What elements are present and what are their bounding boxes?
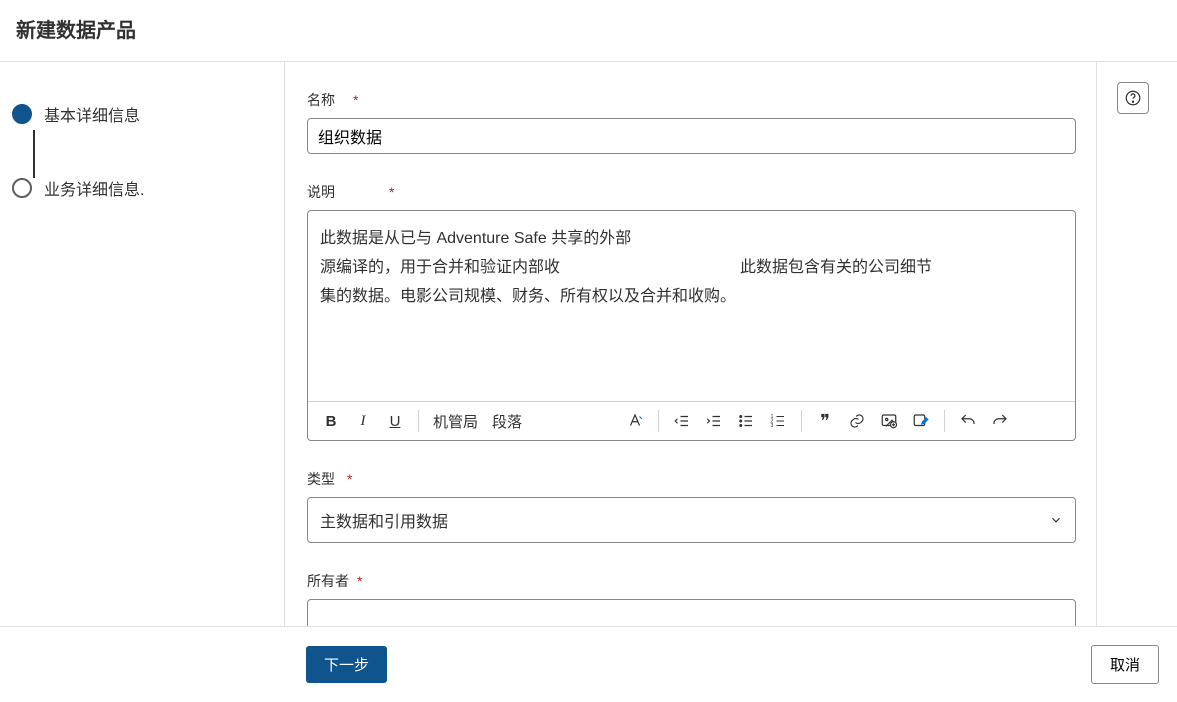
bold-button[interactable]: B bbox=[316, 406, 346, 436]
cancel-button[interactable]: 取消 bbox=[1091, 645, 1159, 684]
step-label: 业务详细信息. bbox=[44, 176, 144, 200]
paragraph-dropdown[interactable]: 段落 bbox=[486, 411, 528, 432]
outdent-button[interactable] bbox=[667, 406, 697, 436]
owner-label: 所有者 bbox=[307, 571, 349, 591]
toolbar-separator bbox=[658, 410, 659, 432]
bullet-list-button[interactable] bbox=[731, 406, 761, 436]
step-list: 基本详细信息 业务详细信息. bbox=[0, 62, 284, 626]
toolbar-separator bbox=[801, 410, 802, 432]
toolbar-separator bbox=[418, 410, 419, 432]
help-icon bbox=[1124, 89, 1142, 107]
quote-button[interactable]: ❞ bbox=[810, 406, 840, 436]
help-button[interactable] bbox=[1117, 82, 1149, 114]
field-owner: 所有者 * bbox=[307, 571, 1076, 626]
desc-gap bbox=[560, 254, 740, 283]
required-mark: * bbox=[357, 573, 362, 589]
undo-button[interactable] bbox=[953, 406, 983, 436]
rich-text-editor: 此数据是从已与 Adventure Safe 共享的外部 源编译的，用于合并和验… bbox=[307, 210, 1076, 441]
field-type: 类型 * 主数据和引用数据 bbox=[307, 469, 1076, 543]
footer: 下一步 取消 bbox=[0, 626, 1177, 702]
italic-button[interactable]: I bbox=[348, 406, 378, 436]
heading-dropdown[interactable]: 机管局 bbox=[427, 411, 484, 432]
editor-toolbar: B I U 机管局 段落 bbox=[308, 401, 1075, 440]
font-color-button[interactable] bbox=[620, 406, 650, 436]
image-button[interactable] bbox=[874, 406, 904, 436]
field-description: 说明 * 此数据是从已与 Adventure Safe 共享的外部 源编译的，用… bbox=[307, 182, 1076, 441]
next-button[interactable]: 下一步 bbox=[306, 646, 387, 683]
svg-text:3: 3 bbox=[771, 423, 774, 429]
type-value: 主数据和引用数据 bbox=[320, 508, 448, 532]
help-panel bbox=[1097, 62, 1177, 626]
form: 名称 * 说明 * 此数据是从已与 Adventure Safe 共享的外部 源… bbox=[284, 62, 1097, 626]
body: 基本详细信息 业务详细信息. 名称 * 说明 * 此数据是从已与 Adventu… bbox=[0, 62, 1177, 626]
page-title: 新建数据产品 bbox=[0, 0, 1177, 61]
link-button[interactable] bbox=[842, 406, 872, 436]
required-mark: * bbox=[353, 92, 358, 108]
type-select[interactable]: 主数据和引用数据 bbox=[307, 497, 1076, 543]
edit-button[interactable] bbox=[906, 406, 936, 436]
step-label: 基本详细信息 bbox=[44, 102, 140, 126]
description-textarea[interactable]: 此数据是从已与 Adventure Safe 共享的外部 源编译的，用于合并和验… bbox=[308, 211, 1075, 401]
numbered-list-button[interactable]: 123 bbox=[763, 406, 793, 436]
desc-line: 源编译的，用于合并和验证内部收 bbox=[320, 254, 560, 283]
step-basic[interactable]: 基本详细信息 bbox=[12, 100, 268, 128]
step-active-dot-icon bbox=[12, 104, 32, 124]
owner-input[interactable] bbox=[307, 599, 1076, 626]
toolbar-separator bbox=[944, 410, 945, 432]
step-inactive-dot-icon bbox=[12, 178, 32, 198]
underline-button[interactable]: U bbox=[380, 406, 410, 436]
required-mark: * bbox=[347, 471, 352, 487]
step-business[interactable]: 业务详细信息. bbox=[12, 174, 268, 202]
name-input[interactable] bbox=[307, 118, 1076, 154]
name-label: 名称 bbox=[307, 90, 335, 110]
chevron-down-icon bbox=[1049, 513, 1063, 527]
desc-line: 此数据包含有关的公司细节 bbox=[740, 254, 932, 283]
type-label: 类型 bbox=[307, 469, 335, 489]
step-connector bbox=[33, 130, 35, 178]
step-gap bbox=[12, 128, 268, 174]
redo-button[interactable] bbox=[985, 406, 1015, 436]
desc-line: 集的数据。电影公司规模、财务、所有权以及合并和收购。 bbox=[320, 283, 1063, 312]
desc-line: 此数据是从已与 Adventure Safe 共享的外部 bbox=[320, 225, 1063, 254]
field-name: 名称 * bbox=[307, 90, 1076, 154]
required-mark: * bbox=[389, 184, 394, 200]
indent-button[interactable] bbox=[699, 406, 729, 436]
description-label: 说明 bbox=[307, 182, 335, 202]
